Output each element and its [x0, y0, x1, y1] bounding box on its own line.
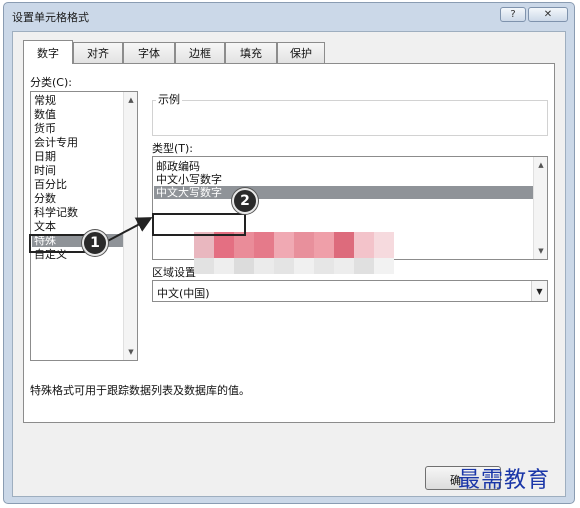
- tab-fill[interactable]: 填充: [225, 42, 277, 63]
- tab-protection[interactable]: 保护: [277, 42, 325, 63]
- tab-label: 填充: [240, 47, 262, 60]
- title-bar: 设置单元格格式 ? ✕: [4, 3, 574, 29]
- tab-alignment[interactable]: 对齐: [73, 42, 123, 63]
- dialog-body: 数字 对齐 字体 边框 填充 保护 分类(C): 常规 数值 货币 会计专用 日…: [12, 31, 566, 497]
- help-icon: ?: [510, 9, 516, 20]
- format-cells-dialog: 设置单元格格式 ? ✕ 数字 对齐 字体 边框 填充 保护 分类(C): 常规 …: [3, 2, 575, 504]
- dialog-title: 设置单元格格式: [12, 11, 89, 24]
- tab-border[interactable]: 边框: [175, 42, 225, 63]
- close-button[interactable]: ✕: [528, 7, 568, 22]
- tab-label: 对齐: [87, 47, 109, 60]
- tab-label: 保护: [290, 47, 312, 60]
- tab-label: 字体: [138, 47, 160, 60]
- step-badge-2: 2: [232, 188, 258, 214]
- watermark-text: 最需教育: [458, 468, 551, 493]
- help-button[interactable]: ?: [500, 7, 526, 22]
- tab-number[interactable]: 数字: [23, 40, 73, 64]
- step-badge-1: 1: [82, 230, 108, 256]
- number-tab-panel: 分类(C): 常规 数值 货币 会计专用 日期 时间 百分比 分数 科学记数 文…: [23, 63, 555, 423]
- tab-font[interactable]: 字体: [123, 42, 175, 63]
- tab-label: 数字: [37, 46, 59, 60]
- tab-label: 边框: [189, 47, 211, 60]
- close-icon: ✕: [543, 9, 553, 20]
